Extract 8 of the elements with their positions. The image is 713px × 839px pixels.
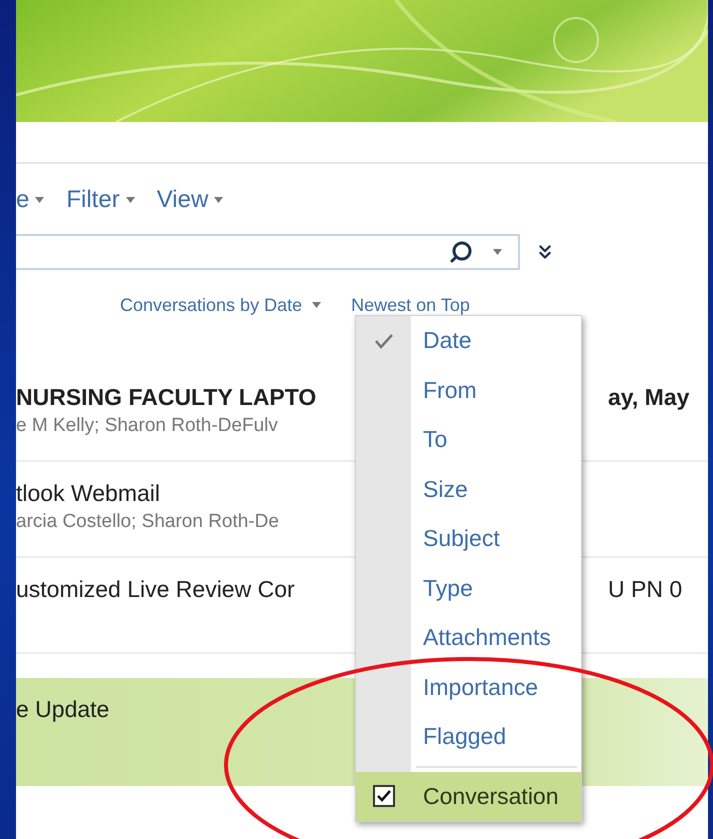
- message-subject: e Update: [16, 696, 110, 723]
- message-recipients: e M Kelly; Sharon Roth-DeFulv: [16, 415, 279, 437]
- message-date: U PN 0: [608, 576, 684, 604]
- message-recipients: arcia Costello; Sharon Roth-De: [16, 511, 279, 533]
- message-date: ay, May: [608, 384, 690, 412]
- message-subject: NURSING FACULTY LAPTO: [16, 384, 316, 411]
- message-subject: tlook Webmail: [16, 480, 162, 507]
- message-subject: ustomized Live Review Cor: [16, 576, 295, 603]
